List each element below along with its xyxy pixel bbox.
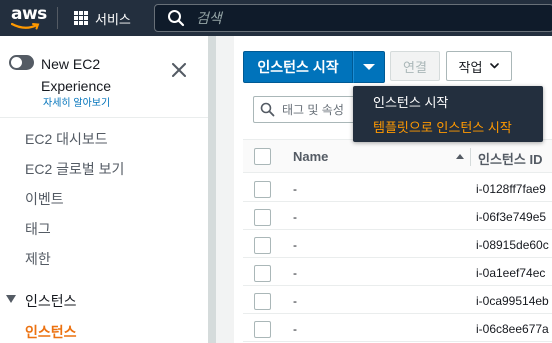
row-checkbox[interactable] bbox=[254, 181, 271, 198]
sidebar-section-instances[interactable]: 인스턴스 bbox=[25, 291, 77, 311]
sidebar: New EC2 Experience 자세히 알아보기 EC2 대시보드 EC2… bbox=[0, 36, 209, 343]
sidebar-scroll-gutter bbox=[209, 36, 234, 343]
grid-icon bbox=[74, 11, 88, 25]
row-instance-id[interactable]: i-0ca99514eb bbox=[476, 294, 549, 308]
instances-panel: 인스턴스 시작 연결 작업 태그 및 속성 Name 인스턴스 ID - i-0… bbox=[234, 36, 552, 343]
row-instance-id[interactable]: i-0128ff7fae9 bbox=[476, 182, 546, 196]
services-menu-button[interactable]: 서비스 bbox=[74, 0, 131, 36]
row-name: - bbox=[293, 266, 297, 280]
actions-button[interactable]: 작업 bbox=[446, 51, 512, 81]
row-instance-id[interactable]: i-0a1eef74ec bbox=[476, 266, 545, 280]
sort-ascending-icon[interactable] bbox=[456, 154, 464, 159]
row-name: - bbox=[293, 294, 297, 308]
sidebar-divider bbox=[0, 117, 208, 118]
aws-smile-icon bbox=[11, 22, 40, 30]
search-icon bbox=[168, 10, 185, 27]
sidebar-item-global-view[interactable]: EC2 글로벌 보기 bbox=[25, 159, 124, 179]
table-row[interactable]: - i-0128ff7fae9 bbox=[243, 177, 552, 202]
menu-item-launch-instance[interactable]: 인스턴스 시작 bbox=[373, 92, 448, 111]
sidebar-item-instances[interactable]: 인스턴스 bbox=[25, 322, 77, 342]
row-instance-id[interactable]: i-06c8ee677a bbox=[476, 322, 549, 336]
aws-logo[interactable]: aws bbox=[8, 4, 48, 32]
table-row[interactable]: - i-08915de60c bbox=[243, 233, 552, 258]
scrollbar[interactable] bbox=[209, 36, 216, 343]
global-search-field[interactable]: 검색 bbox=[154, 4, 552, 32]
table-row[interactable]: - i-06f3e749e5 bbox=[243, 205, 552, 230]
services-label: 서비스 bbox=[95, 11, 131, 27]
row-name: - bbox=[293, 210, 297, 224]
row-instance-id[interactable]: i-06f3e749e5 bbox=[476, 210, 546, 224]
new-experience-title: New EC2 Experience bbox=[41, 56, 112, 94]
nav-divider bbox=[57, 7, 58, 29]
row-name: - bbox=[293, 238, 297, 252]
row-name: - bbox=[293, 182, 297, 196]
column-divider bbox=[470, 148, 471, 166]
close-icon[interactable] bbox=[172, 63, 186, 77]
row-checkbox[interactable] bbox=[254, 237, 271, 254]
row-checkbox[interactable] bbox=[254, 265, 271, 282]
search-placeholder: 검색 bbox=[196, 10, 222, 26]
launch-instance-button[interactable]: 인스턴스 시작 bbox=[243, 51, 353, 83]
toggle-knob bbox=[11, 57, 22, 68]
table-row[interactable]: - i-0ca99514eb bbox=[243, 289, 552, 314]
sidebar-item-limits[interactable]: 제한 bbox=[25, 249, 51, 269]
launch-dropdown-toggle[interactable] bbox=[353, 51, 385, 83]
aws-logo-text: aws bbox=[11, 4, 47, 24]
connect-button[interactable]: 연결 bbox=[390, 51, 440, 81]
row-name: - bbox=[293, 322, 297, 336]
table-header: Name 인스턴스 ID bbox=[243, 139, 552, 173]
sidebar-item-events[interactable]: 이벤트 bbox=[25, 189, 64, 209]
table-row[interactable]: - i-06c8ee677a bbox=[243, 317, 552, 342]
sidebar-item-tags[interactable]: 태그 bbox=[25, 219, 51, 239]
table-row[interactable]: - i-0a1eef74ec bbox=[243, 261, 552, 286]
new-experience-toggle[interactable] bbox=[9, 55, 34, 70]
actions-label: 작업 bbox=[458, 59, 483, 75]
search-icon bbox=[260, 102, 275, 117]
row-checkbox[interactable] bbox=[254, 293, 271, 310]
sidebar-item-ec2-dashboard[interactable]: EC2 대시보드 bbox=[25, 129, 108, 149]
column-header-name[interactable]: Name bbox=[293, 149, 328, 164]
row-checkbox[interactable] bbox=[254, 321, 271, 338]
chevron-down-icon bbox=[490, 63, 500, 69]
select-all-checkbox[interactable] bbox=[254, 148, 271, 165]
filter-placeholder: 태그 및 속성 bbox=[282, 103, 344, 117]
row-checkbox[interactable] bbox=[254, 209, 271, 226]
top-nav-bar: aws 서비스 검색 bbox=[0, 0, 552, 36]
caret-down-icon[interactable] bbox=[6, 295, 16, 303]
launch-dropdown-menu: 인스턴스 시작 템플릿으로 인스턴스 시작 bbox=[353, 86, 543, 142]
column-header-instance-id[interactable]: 인스턴스 ID bbox=[478, 149, 542, 168]
learn-more-link[interactable]: 자세히 알아보기 bbox=[43, 94, 110, 109]
menu-item-launch-from-template[interactable]: 템플릿으로 인스턴스 시작 bbox=[373, 117, 512, 136]
caret-down-icon bbox=[363, 64, 375, 70]
row-instance-id[interactable]: i-08915de60c bbox=[476, 238, 549, 252]
